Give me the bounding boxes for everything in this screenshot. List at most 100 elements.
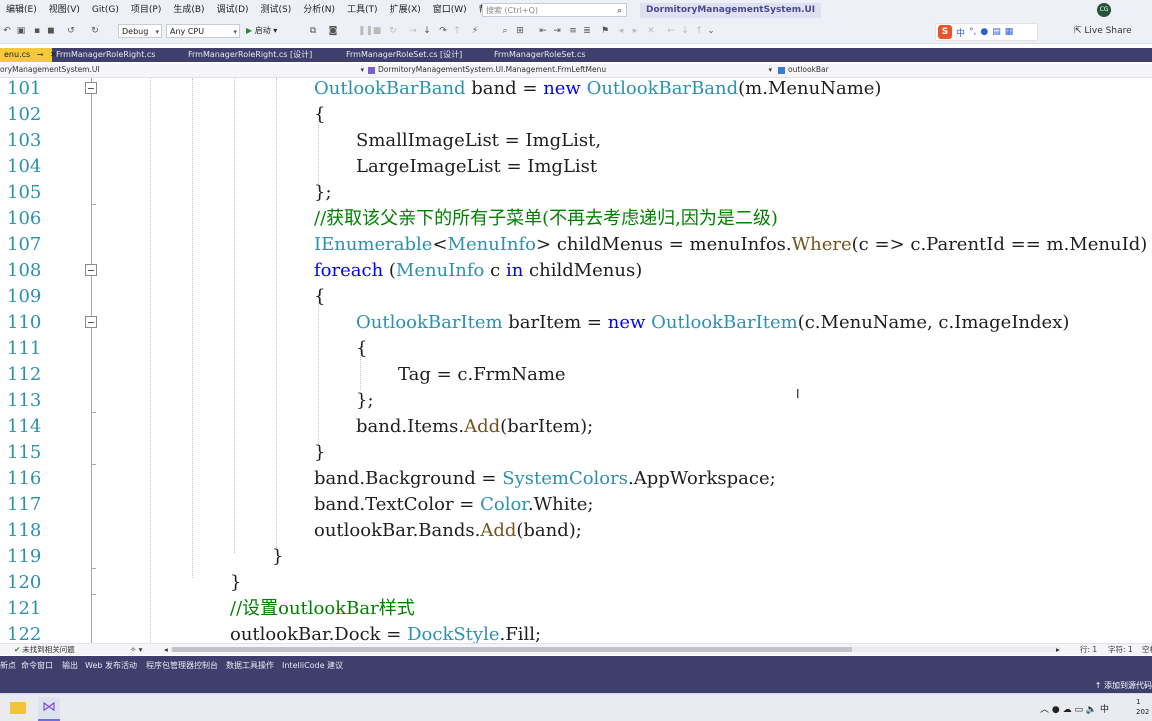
- save-all-icon[interactable]: ◼: [46, 26, 56, 36]
- menu-edit[interactable]: 编辑(E): [0, 0, 43, 21]
- find-icon[interactable]: ⌕: [500, 26, 510, 36]
- search-input[interactable]: 搜索 (Ctrl+Q) ⌕: [482, 3, 627, 17]
- redo-icon[interactable]: ↻: [90, 26, 100, 36]
- pin-icon[interactable]: ⊸: [37, 50, 44, 59]
- keyboard-icon[interactable]: ▤: [992, 27, 1001, 37]
- menu-project[interactable]: 项目(P): [125, 0, 167, 21]
- tab-breakpoints[interactable]: 新点: [0, 656, 16, 676]
- toolbar-overflow-icon[interactable]: ⌄: [706, 26, 716, 36]
- tab-frmmanagerroleset-design[interactable]: FrmManagerRoleSet.cs [设计]: [342, 48, 488, 62]
- prev-bookmark-icon[interactable]: ◂: [616, 26, 626, 36]
- live-share-button[interactable]: ⇱ Live Share: [1074, 26, 1132, 36]
- microphone-icon[interactable]: ●: [1052, 705, 1060, 715]
- show-hidden-icons-icon[interactable]: ︿: [1040, 705, 1049, 715]
- camera-icon[interactable]: ◙: [328, 26, 338, 36]
- undo-icon[interactable]: ↺: [66, 26, 76, 36]
- start-button[interactable]: ▶ 启动 ▾: [246, 25, 277, 36]
- nav-back-icon[interactable]: ←: [666, 26, 676, 36]
- project-dropdown[interactable]: oryManagementSystem.UI ▾: [0, 64, 364, 76]
- menu-extensions[interactable]: 扩展(X): [384, 0, 427, 21]
- comment-icon[interactable]: ≡: [568, 26, 578, 36]
- indent-icon[interactable]: ⇥: [552, 26, 562, 36]
- code-editor[interactable]: 101 102 103 104 105 106 107 108 109 110 …: [0, 78, 1152, 643]
- code-line: };: [314, 182, 332, 203]
- code-cleanup-icon[interactable]: ✧ ▾: [130, 644, 142, 655]
- menu-analyze[interactable]: 分析(N): [297, 0, 341, 21]
- nav-forward-icon[interactable]: ↓: [680, 26, 690, 36]
- step-into-icon[interactable]: ↓: [422, 26, 432, 36]
- horizontal-scrollbar[interactable]: [170, 647, 1060, 652]
- tab-frmleftmenu[interactable]: enu.cs ⊸ ✕: [0, 48, 57, 62]
- solution-config-select[interactable]: Debug ▾: [118, 24, 162, 38]
- punctuation-icon[interactable]: °,: [969, 27, 976, 37]
- volume-icon[interactable]: 🔈: [1086, 705, 1097, 715]
- tab-frmmanagerroleright-cs[interactable]: FrmManagerRoleRight.cs: [52, 48, 184, 62]
- step-over-icon[interactable]: ↷: [438, 26, 448, 36]
- code-text-area[interactable]: OutlookBarBand band = new OutlookBarBand…: [0, 78, 1152, 643]
- chevron-down-icon: ▾: [273, 26, 278, 35]
- scroll-right-icon[interactable]: ▸: [1056, 644, 1060, 655]
- clock-date: 202: [1136, 708, 1150, 716]
- menu-window[interactable]: 窗口(W): [427, 0, 473, 21]
- menu-git[interactable]: Git(G): [86, 0, 125, 21]
- ime-mode[interactable]: 中: [956, 26, 965, 39]
- step-out-icon[interactable]: ↑: [452, 26, 462, 36]
- save-icon[interactable]: ▪: [32, 26, 42, 36]
- next-bookmark-icon[interactable]: ▸: [630, 26, 640, 36]
- tab-command-window[interactable]: 命令窗口: [21, 656, 53, 676]
- text-cursor-icon: I: [796, 387, 800, 401]
- restart-icon[interactable]: ↻: [388, 26, 398, 36]
- issues-indicator[interactable]: 未找到相关问题: [14, 644, 75, 655]
- scroll-left-icon[interactable]: ◂: [164, 644, 168, 655]
- navigation-bar: oryManagementSystem.UI ▾ DormitoryManage…: [0, 64, 1152, 78]
- class-dropdown[interactable]: DormitoryManagementSystem.UI.Management.…: [368, 64, 772, 76]
- clock[interactable]: 1 202: [1136, 697, 1149, 717]
- tab-label: FrmManagerRoleRight.cs [设计]: [188, 50, 313, 59]
- tab-intellicode[interactable]: IntelliCode 建议: [282, 656, 343, 676]
- member-dropdown[interactable]: outlookBar: [778, 64, 1152, 76]
- platform-select[interactable]: Any CPU ▾: [166, 24, 240, 38]
- menu-test[interactable]: 测试(S): [255, 0, 298, 21]
- tab-package-manager-console[interactable]: 程序包管理器控制台: [146, 656, 218, 676]
- code-comment-line: //获取该父亲下的所有子菜单(不再去考虑递归,因为是二级): [314, 208, 778, 229]
- menu-debug[interactable]: 调试(D): [211, 0, 255, 21]
- menu-tools[interactable]: 工具(T): [341, 0, 384, 21]
- bookmark-icon[interactable]: ⚑: [600, 26, 610, 36]
- nav-up-icon[interactable]: ↑: [694, 26, 704, 36]
- clear-bookmarks-icon[interactable]: ✕: [646, 26, 656, 36]
- stop-icon[interactable]: ■: [372, 26, 382, 36]
- uncomment-icon[interactable]: ≣: [582, 26, 592, 36]
- tab-label: FrmManagerRoleRight.cs: [56, 50, 156, 59]
- new-item-icon[interactable]: ▣: [16, 26, 26, 36]
- tab-frmmanagerroleset-cs[interactable]: FrmManagerRoleSet.cs: [490, 48, 618, 62]
- navigate-back-icon[interactable]: ↶: [2, 26, 12, 36]
- display-icon[interactable]: ▭: [1075, 705, 1084, 715]
- field-icon: [778, 66, 785, 74]
- pause-icon[interactable]: ❚❚: [358, 26, 373, 36]
- whitespace-mode[interactable]: 空格: [1142, 644, 1152, 655]
- tab-frmmanagerroleright-design[interactable]: FrmManagerRoleRight.cs [设计]: [184, 48, 338, 62]
- tab-web-publish[interactable]: Web 发布活动: [85, 656, 137, 676]
- cloud-icon[interactable]: ☁: [1063, 705, 1072, 715]
- ime-indicator[interactable]: 中: [1100, 705, 1109, 715]
- code-line: outlookBar.Dock = DockStyle.Fill;: [230, 624, 542, 643]
- tab-data-tools[interactable]: 数据工具操作: [226, 656, 274, 676]
- scrollbar-thumb[interactable]: [172, 647, 852, 652]
- menu-view[interactable]: 视图(V): [43, 0, 86, 21]
- tab-output[interactable]: 输出: [62, 656, 78, 676]
- avatar[interactable]: CG: [1097, 3, 1111, 17]
- menu-build[interactable]: 生成(B): [167, 0, 210, 21]
- microphone-icon[interactable]: ●: [980, 27, 988, 37]
- browser-link-icon[interactable]: ⧉: [308, 26, 318, 36]
- code-map-icon[interactable]: ⊞: [515, 26, 525, 36]
- chevron-down-icon: ▾: [360, 66, 364, 74]
- search-icon: ⌕: [616, 6, 622, 16]
- outdent-icon[interactable]: ⇤: [538, 26, 548, 36]
- grid-menu-icon[interactable]: ▦: [1005, 27, 1014, 37]
- visual-studio-icon[interactable]: [38, 697, 60, 721]
- hot-reload-icon[interactable]: ⚡: [470, 26, 480, 36]
- add-to-source-control[interactable]: ↑ 添加到源代码: [1095, 678, 1152, 693]
- show-next-statement-icon[interactable]: →: [408, 26, 418, 36]
- file-explorer-icon[interactable]: [7, 697, 29, 719]
- ime-toolbar[interactable]: S 中 °, ● ▤ ▦: [935, 23, 1038, 41]
